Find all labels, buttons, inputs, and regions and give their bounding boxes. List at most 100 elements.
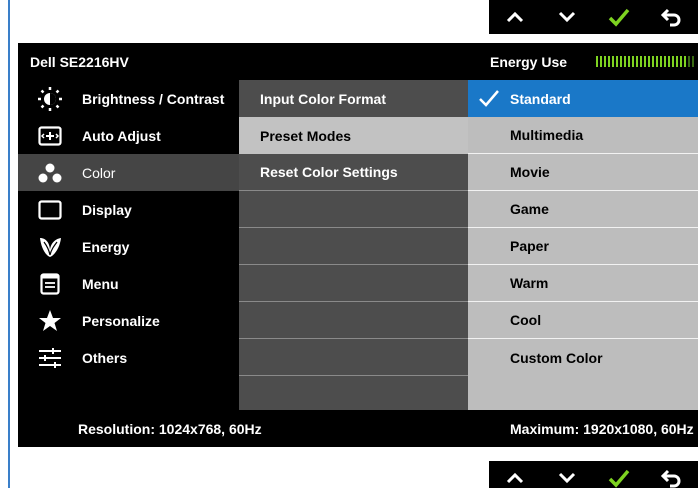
energy-meter-segment — [640, 56, 642, 67]
energy-meter-segment — [620, 56, 622, 67]
submenu-item-preset-modes[interactable]: Preset Modes — [239, 117, 468, 154]
ok-button[interactable] — [593, 0, 645, 34]
energy-meter-segment — [656, 56, 658, 67]
menu-item-others[interactable]: Others — [18, 339, 239, 376]
preset-option-custom-color[interactable]: Custom Color — [468, 339, 698, 376]
preset-option-paper[interactable]: Paper — [468, 228, 698, 265]
menu-item-brightness-contrast[interactable]: Brightness / Contrast — [18, 80, 239, 117]
energy-meter-segment — [684, 56, 686, 67]
up-button[interactable] — [489, 0, 541, 34]
preset-label: Standard — [510, 90, 571, 107]
menu-label: Others — [82, 349, 128, 366]
submenu-empty-row — [239, 302, 468, 339]
submenu-empty-row — [239, 228, 468, 265]
back-arrow-icon — [660, 469, 681, 488]
energy-meter-segment — [612, 56, 614, 67]
energy-meter-segment — [664, 56, 666, 67]
menu-item-auto-adjust[interactable]: Auto Adjust — [18, 117, 239, 154]
energy-meter-segment — [668, 56, 670, 67]
osd-footer: Resolution: 1024x768, 60Hz Maximum: 1920… — [18, 410, 698, 447]
energy-meter-segment — [672, 56, 674, 67]
brightness-icon — [38, 86, 62, 111]
menu-label: Brightness / Contrast — [82, 90, 225, 107]
preset-label: Cool — [510, 312, 542, 328]
preset-option-movie[interactable]: Movie — [468, 154, 698, 191]
osd-panel: Dell SE2216HV Energy Use Brightness / Co… — [18, 43, 698, 447]
energy-meter-segment — [676, 56, 678, 67]
submenu-label: Reset Color Settings — [260, 164, 398, 180]
maximum-resolution: Maximum: 1920x1080, 60Hz — [510, 421, 694, 437]
preset-label: Paper — [510, 238, 549, 254]
menu-label: Auto Adjust — [82, 127, 161, 144]
current-resolution: Resolution: 1024x768, 60Hz — [78, 421, 262, 437]
submenu-label: Preset Modes — [260, 127, 352, 144]
energy-leaf-icon — [40, 237, 61, 257]
preset-label: Multimedia — [510, 127, 584, 143]
submenu-item-reset-color-settings[interactable]: Reset Color Settings — [239, 154, 468, 191]
menu-label: Display — [82, 201, 132, 218]
energy-meter-segment — [660, 56, 662, 67]
menu-label: Color — [82, 164, 116, 181]
color-submenu: Input Color Format Preset Modes Reset Co… — [239, 80, 468, 410]
preset-option-multimedia[interactable]: Multimedia — [468, 117, 698, 154]
preset-label: Movie — [510, 164, 550, 180]
left-border-line — [8, 0, 10, 488]
energy-meter-segment — [608, 56, 610, 67]
energy-meter-segment — [628, 56, 630, 67]
menu-item-personalize[interactable]: Personalize — [18, 302, 239, 339]
back-button[interactable] — [645, 461, 697, 488]
main-menu: Brightness / Contrast Auto Adjust Color … — [18, 80, 239, 410]
down-button[interactable] — [541, 0, 593, 34]
menu-label: Personalize — [82, 312, 160, 329]
chevron-down-icon — [558, 472, 576, 484]
energy-meter-segment — [652, 56, 654, 67]
energy-meter-segment — [692, 56, 694, 67]
menu-item-display[interactable]: Display — [18, 191, 239, 228]
energy-meter-segment — [616, 56, 618, 67]
osd-header: Dell SE2216HV Energy Use — [18, 43, 698, 80]
menu-item-energy[interactable]: Energy — [18, 228, 239, 265]
energy-meter-segment — [648, 56, 650, 67]
submenu-empty-row — [239, 339, 468, 376]
energy-meter-segment — [644, 56, 646, 67]
energy-meter-segment — [636, 56, 638, 67]
energy-use-label: Energy Use — [490, 54, 568, 70]
chevron-up-icon — [506, 472, 524, 484]
preset-option-warm[interactable]: Warm — [468, 265, 698, 302]
up-button[interactable] — [489, 461, 541, 488]
star-icon — [39, 309, 61, 331]
top-button-bar — [489, 0, 698, 34]
menu-label: Menu — [82, 275, 119, 292]
preset-modes-list: Standard Multimedia Movie Game Paper War… — [468, 80, 698, 410]
check-icon — [608, 8, 630, 27]
model-name: Dell SE2216HV — [30, 54, 129, 70]
down-button[interactable] — [541, 461, 593, 488]
menu-label: Energy — [82, 238, 130, 255]
submenu-item-input-color-format[interactable]: Input Color Format — [239, 80, 468, 117]
back-arrow-icon — [660, 8, 681, 27]
sliders-icon — [39, 347, 61, 368]
energy-meter-segment — [600, 56, 602, 67]
energy-meter-segment — [624, 56, 626, 67]
preset-option-game[interactable]: Game — [468, 191, 698, 228]
submenu-empty-row — [239, 191, 468, 228]
bottom-button-bar — [489, 461, 698, 488]
check-icon — [608, 469, 630, 488]
preset-option-standard[interactable]: Standard — [468, 80, 698, 117]
ok-button[interactable] — [593, 461, 645, 488]
preset-label: Game — [510, 201, 549, 217]
energy-meter-segment — [604, 56, 606, 67]
menu-item-color[interactable]: Color — [18, 154, 239, 191]
energy-meter-segment — [632, 56, 634, 67]
back-button[interactable] — [645, 0, 697, 34]
check-icon — [479, 90, 499, 107]
preset-option-cool[interactable]: Cool — [468, 302, 698, 339]
menu-icon — [40, 272, 60, 295]
auto-adjust-icon — [38, 125, 62, 146]
submenu-label: Input Color Format — [260, 90, 386, 107]
energy-use-meter — [596, 56, 694, 67]
energy-meter-segment — [596, 56, 598, 67]
chevron-down-icon — [558, 11, 576, 23]
menu-item-menu[interactable]: Menu — [18, 265, 239, 302]
chevron-up-icon — [506, 11, 524, 23]
